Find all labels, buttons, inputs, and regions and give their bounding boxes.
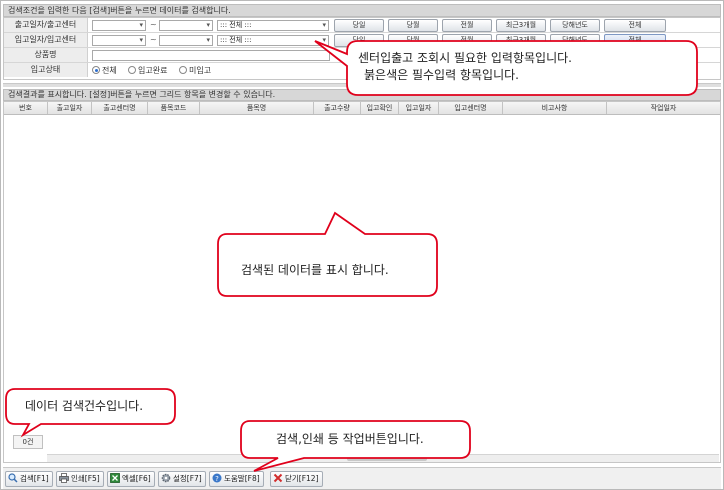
column-header-outbound-qty[interactable]: 출고수량 [314, 102, 361, 114]
column-header-item-code[interactable]: 품목코드 [148, 102, 200, 114]
column-header-inbound-date[interactable]: 입고일자 [399, 102, 439, 114]
outbound-last-month-button[interactable]: 전월 [442, 19, 492, 32]
close-button[interactable]: 닫기[F12] [270, 471, 323, 487]
status-received-radio[interactable]: 입고완료 [128, 66, 167, 75]
help-button[interactable]: ? 도움말[F8] [209, 471, 264, 487]
callout-text: 센터입출고 조회시 필요한 입력항목입니다. [358, 51, 572, 65]
toolbar-callout: 검색,인쇄 등 작업버튼입니다. [240, 420, 472, 472]
product-name-input[interactable] [92, 50, 330, 61]
status-all-radio[interactable]: 전체 [92, 66, 117, 75]
callout-text: 검색된 데이터를 표시 합니다. [241, 263, 389, 277]
search-callout: 센터입출고 조회시 필요한 입력항목입니다. 붉은색은 필수입력 항목입니다. [314, 40, 698, 96]
search-button[interactable]: 검색[F1] [5, 471, 53, 487]
excel-icon [110, 473, 120, 483]
column-header-outbound-center[interactable]: 출고센터명 [92, 102, 148, 114]
inbound-date-center-label: 입고일자/입고센터 [4, 33, 88, 47]
date-range-tilde: ~ [150, 20, 157, 29]
magnifier-icon [8, 473, 18, 483]
result-count: 0건 [13, 435, 43, 449]
excel-button[interactable]: 엑셀[F6] [107, 471, 155, 487]
settings-button[interactable]: 설정[F7] [158, 471, 206, 487]
date-range-tilde: ~ [150, 35, 157, 44]
count-callout: 데이터 검색건수입니다. [5, 388, 177, 438]
callout-text: 붉은색은 필수입력 항목입니다. [364, 68, 519, 82]
inbound-date-to-select[interactable] [159, 35, 213, 46]
help-icon: ? [212, 473, 222, 483]
grid-callout: 검색된 데이터를 표시 합니다. [217, 211, 439, 298]
outbound-this-year-button[interactable]: 당해년도 [550, 19, 600, 32]
column-header-item-name[interactable]: 품목명 [200, 102, 314, 114]
gear-icon [161, 473, 171, 483]
inbound-date-from-select[interactable] [92, 35, 146, 46]
status-not-received-radio[interactable]: 미입고 [179, 66, 211, 75]
radio-icon [128, 66, 136, 74]
outbound-today-button[interactable]: 당일 [334, 19, 384, 32]
outbound-date-to-select[interactable] [159, 20, 213, 31]
search-caption: 검색조건을 입력한 다음 [검색]버튼을 누르면 데이터를 검색합니다. [3, 4, 721, 17]
svg-text:?: ? [215, 475, 219, 483]
column-header-remarks[interactable]: 비고사항 [503, 102, 607, 114]
radio-icon [179, 66, 187, 74]
column-header-inbound-check[interactable]: 입고확인 [361, 102, 399, 114]
close-icon [273, 473, 283, 483]
outbound-all-button[interactable]: 전체 [604, 19, 666, 32]
product-name-label: 상품명 [4, 48, 88, 62]
outbound-this-month-button[interactable]: 당월 [388, 19, 438, 32]
outbound-last-3-months-button[interactable]: 최근3개월 [496, 19, 546, 32]
column-header-no[interactable]: 번호 [4, 102, 48, 114]
outbound-date-center-label: 출고일자/출고센터 [4, 18, 88, 32]
callout-text: 데이터 검색건수입니다. [25, 399, 144, 413]
printer-icon [59, 473, 69, 483]
radio-selected-icon [92, 66, 100, 74]
column-header-outbound-date[interactable]: 출고일자 [48, 102, 92, 114]
print-button[interactable]: 인쇄[F5] [56, 471, 104, 487]
grid-header: 번호 출고일자 출고센터명 품목코드 품목명 출고수량 입고확인 입고일자 입고… [4, 102, 720, 115]
column-header-work-date[interactable]: 작업일자 [607, 102, 720, 114]
callout-shape [217, 211, 438, 297]
inbound-status-label: 입고상태 [4, 63, 88, 77]
outbound-center-select[interactable]: ::: 전체 ::: [217, 20, 329, 31]
outbound-row: 출고일자/출고센터 ~ ::: 전체 ::: 당일 당월 전월 최근3개월 당해… [4, 18, 720, 33]
column-header-inbound-center[interactable]: 입고센터명 [439, 102, 503, 114]
outbound-date-from-select[interactable] [92, 20, 146, 31]
callout-text: 검색,인쇄 등 작업버튼입니다. [276, 432, 424, 446]
inbound-center-select[interactable]: ::: 전체 ::: [217, 35, 329, 46]
